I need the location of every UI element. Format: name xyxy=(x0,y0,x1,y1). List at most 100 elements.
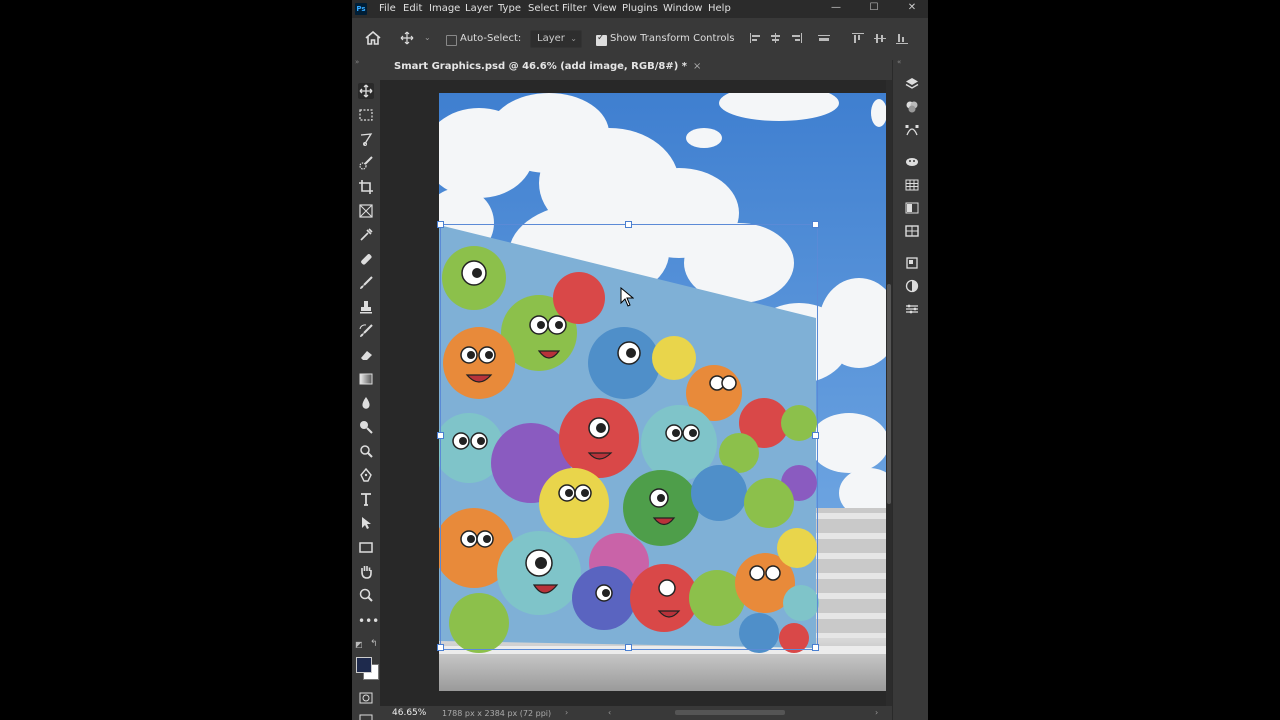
adjustments-icon[interactable] xyxy=(905,279,919,293)
vertical-scroll-thumb[interactable] xyxy=(887,284,891,504)
auto-select-target-value: Layer xyxy=(537,33,565,44)
panel-dock: « xyxy=(892,58,928,720)
tools-panel: » ••• ◩ ↰ xyxy=(352,58,380,720)
transform-handle-top-left[interactable] xyxy=(437,221,444,228)
libraries-icon[interactable] xyxy=(905,302,919,316)
blur-icon[interactable] xyxy=(358,395,374,411)
eyedropper-icon[interactable] xyxy=(358,227,374,243)
auto-select-checkbox[interactable] xyxy=(446,35,457,46)
lasso-icon[interactable] xyxy=(358,131,374,147)
transform-handle-top[interactable] xyxy=(625,221,632,228)
options-bar: ⌄ Auto-Select: Layer ⌄ Show Transform Co… xyxy=(352,18,928,61)
paths-icon[interactable] xyxy=(905,123,919,137)
canvas-area[interactable] xyxy=(380,80,890,706)
screen-mode-icon[interactable] xyxy=(358,712,374,720)
align-right-icon[interactable] xyxy=(790,33,802,43)
minimize-icon[interactable]: — xyxy=(826,1,846,15)
video-frame: Ps File Edit Image Layer Type Select Fil… xyxy=(0,0,1280,720)
stamp-icon[interactable] xyxy=(358,299,374,315)
hand-icon[interactable] xyxy=(358,563,374,579)
document-tab[interactable]: Smart Graphics.psd @ 46.6% (add image, R… xyxy=(388,60,708,80)
move-tool-preset-icon[interactable] xyxy=(400,31,414,45)
menu-edit[interactable]: Edit xyxy=(403,3,422,14)
frame-icon[interactable] xyxy=(358,203,374,219)
zoom-level[interactable]: 46.65% xyxy=(392,708,426,718)
default-colors-icon[interactable]: ◩ xyxy=(355,640,363,649)
type-icon[interactable] xyxy=(358,491,374,507)
gradients-icon[interactable] xyxy=(905,201,919,215)
maximize-icon[interactable]: ☐ xyxy=(864,1,884,15)
home-icon[interactable] xyxy=(365,31,381,45)
transform-handle-bottom-left[interactable] xyxy=(437,644,444,651)
zoom-icon[interactable] xyxy=(358,587,374,603)
scroll-left-icon[interactable]: ‹ xyxy=(608,708,611,717)
foreground-color-swatch[interactable] xyxy=(356,657,372,673)
scroll-right-icon[interactable]: › xyxy=(875,708,878,717)
menu-layer[interactable]: Layer xyxy=(465,3,493,14)
healing-brush-icon[interactable] xyxy=(358,251,374,267)
menu-type[interactable]: Type xyxy=(498,3,521,14)
brush-icon[interactable] xyxy=(358,275,374,291)
menu-help[interactable]: Help xyxy=(708,3,731,14)
tab-close-icon[interactable]: × xyxy=(693,61,701,72)
patterns-icon[interactable] xyxy=(905,224,919,238)
swatches-icon[interactable] xyxy=(905,178,919,192)
align-left-icon[interactable] xyxy=(750,33,762,43)
transform-handle-right[interactable] xyxy=(812,432,819,439)
document-tab-bar: Smart Graphics.psd @ 46.6% (add image, R… xyxy=(380,60,928,80)
swap-colors-icon[interactable]: ↰ xyxy=(370,639,378,649)
eraser-icon[interactable] xyxy=(358,347,374,363)
layers-icon[interactable] xyxy=(905,77,919,91)
move-icon[interactable] xyxy=(358,83,374,99)
document-tab-title: Smart Graphics.psd @ 46.6% (add image, R… xyxy=(394,61,687,72)
distribute-icon[interactable] xyxy=(818,33,830,43)
chevron-right-icon[interactable]: › xyxy=(565,708,568,717)
pen-icon[interactable] xyxy=(358,467,374,483)
photoshop-logo-icon: Ps xyxy=(355,3,367,15)
collapse-icon[interactable]: « xyxy=(897,58,901,66)
chevron-down-icon[interactable]: ⌄ xyxy=(424,33,431,42)
mouse-cursor-icon xyxy=(620,287,634,307)
zoom-drag-icon[interactable] xyxy=(358,443,374,459)
align-middle-icon[interactable] xyxy=(874,33,886,43)
close-icon[interactable]: ✕ xyxy=(902,1,922,15)
photoshop-window: Ps File Edit Image Layer Type Select Fil… xyxy=(352,0,928,720)
transform-handle-top-right[interactable] xyxy=(812,221,819,228)
marquee-icon[interactable] xyxy=(358,107,374,123)
auto-select-target-select[interactable]: Layer ⌄ xyxy=(530,30,582,48)
collapse-icon[interactable]: » xyxy=(355,58,359,66)
align-top-icon[interactable] xyxy=(852,33,864,43)
transform-handle-bottom-right[interactable] xyxy=(812,644,819,651)
menu-plugins[interactable]: Plugins xyxy=(622,3,658,14)
properties-icon[interactable] xyxy=(905,256,919,270)
show-transform-label: Show Transform Controls xyxy=(610,33,735,44)
menu-select[interactable]: Select xyxy=(528,3,559,14)
crop-icon[interactable] xyxy=(358,179,374,195)
more-tools-icon[interactable]: ••• xyxy=(358,613,379,629)
gradient-icon[interactable] xyxy=(358,371,374,387)
status-bar: 46.65% 1788 px x 2384 px (72 ppi) › ‹ › xyxy=(380,706,892,720)
show-transform-checkbox[interactable] xyxy=(596,33,607,46)
rectangle-icon[interactable] xyxy=(358,539,374,555)
document-dimensions: 1788 px x 2384 px (72 ppi) xyxy=(442,709,552,718)
menu-filter[interactable]: Filter xyxy=(562,3,587,14)
channels-icon[interactable] xyxy=(905,100,919,114)
menu-view[interactable]: View xyxy=(593,3,617,14)
menu-image[interactable]: Image xyxy=(429,3,460,14)
transform-handle-bottom[interactable] xyxy=(625,644,632,651)
path-select-icon[interactable] xyxy=(358,515,374,531)
auto-select-label: Auto-Select: xyxy=(460,33,522,44)
align-center-icon[interactable] xyxy=(770,33,782,43)
horizontal-scroll-thumb[interactable] xyxy=(675,710,785,715)
quick-mask-icon[interactable] xyxy=(358,690,374,706)
color-icon[interactable] xyxy=(905,155,919,169)
chevron-down-icon: ⌄ xyxy=(570,34,577,43)
dodge-icon[interactable] xyxy=(358,419,374,435)
menu-window[interactable]: Window xyxy=(663,3,702,14)
menu-file[interactable]: File xyxy=(379,3,396,14)
quick-select-icon[interactable] xyxy=(358,155,374,171)
transform-handle-left[interactable] xyxy=(437,432,444,439)
align-bottom-icon[interactable] xyxy=(896,33,908,44)
menu-bar: Ps File Edit Image Layer Type Select Fil… xyxy=(352,0,928,18)
history-brush-icon[interactable] xyxy=(358,323,374,339)
